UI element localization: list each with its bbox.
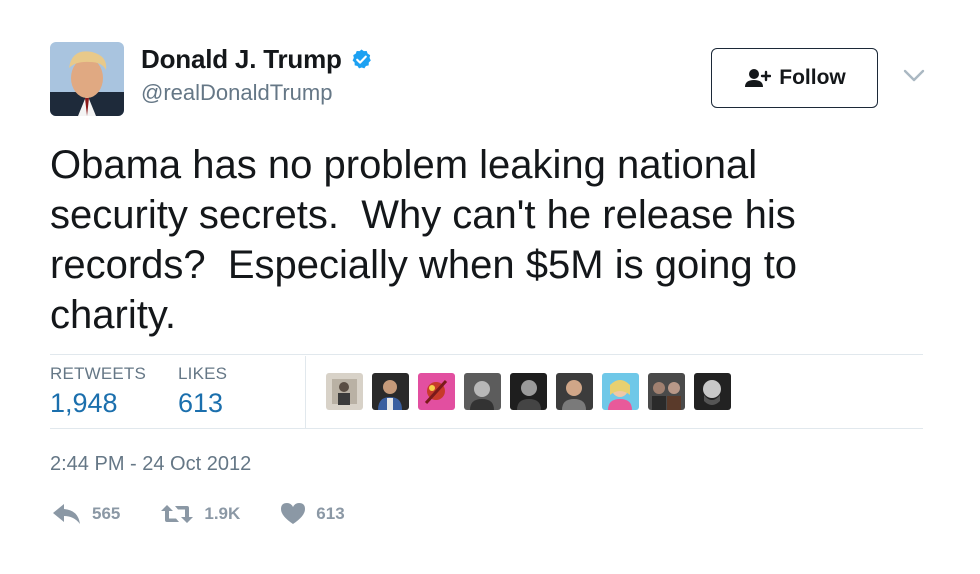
tweet-actions: 565 1.9K 613	[52, 502, 385, 525]
liker-avatar[interactable]	[694, 373, 731, 410]
likes-stat[interactable]: LIKES 613	[178, 364, 227, 419]
likes-count: 613	[178, 388, 224, 418]
follow-button-label: Follow	[779, 66, 846, 89]
retweet-icon	[161, 504, 194, 523]
profile-avatar[interactable]	[50, 42, 124, 116]
reply-icon	[53, 503, 80, 524]
retweets-count: 1,948	[50, 388, 118, 418]
reply-count: 565	[92, 503, 121, 523]
liked-by-avatars	[326, 373, 731, 410]
like-count: 613	[316, 503, 345, 523]
heart-icon	[281, 503, 306, 524]
chevron-down-icon[interactable]	[903, 68, 925, 84]
add-user-icon	[745, 69, 772, 87]
liker-avatar[interactable]	[464, 373, 501, 410]
vertical-divider	[305, 356, 306, 428]
likes-label: LIKES	[178, 364, 228, 383]
reply-button[interactable]: 565	[52, 503, 120, 525]
divider	[50, 354, 923, 355]
divider	[50, 428, 923, 429]
liker-avatar[interactable]	[556, 373, 593, 410]
liker-avatar[interactable]	[648, 373, 685, 410]
liker-avatar[interactable]	[372, 373, 409, 410]
retweets-label: RETWEETS	[50, 364, 147, 383]
retweet-count: 1.9K	[204, 503, 241, 523]
liker-avatar[interactable]	[510, 373, 547, 410]
verified-badge-icon	[350, 48, 373, 71]
name-row: Donald J. Trump	[141, 44, 373, 75]
retweet-button[interactable]: 1.9K	[160, 503, 240, 525]
liker-avatar[interactable]	[418, 373, 455, 410]
follow-button[interactable]: Follow	[711, 48, 878, 108]
liker-avatar[interactable]	[602, 373, 639, 410]
liker-avatar[interactable]	[326, 373, 363, 410]
tweet-text: Obama has no problem leaking national se…	[50, 143, 798, 337]
like-button[interactable]: 613	[280, 502, 345, 525]
retweets-stat[interactable]: RETWEETS 1,948	[50, 364, 146, 419]
user-handle[interactable]: @realDonaldTrump	[141, 80, 332, 106]
tweet-timestamp[interactable]: 2:44 PM - 24 Oct 2012	[50, 453, 251, 476]
display-name[interactable]: Donald J. Trump	[141, 44, 342, 75]
